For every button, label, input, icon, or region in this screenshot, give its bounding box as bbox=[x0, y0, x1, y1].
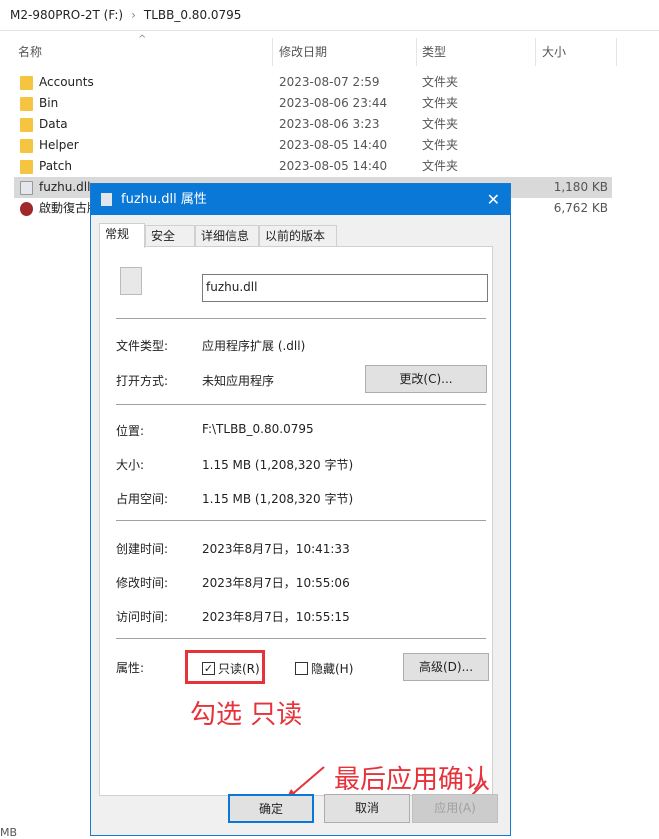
file-row[interactable]: Data 2023-08-06 3:23 文件夹 bbox=[14, 114, 612, 135]
folder-icon bbox=[20, 139, 33, 153]
file-date: 2023-08-05 14:40 bbox=[279, 159, 388, 173]
column-separator[interactable] bbox=[416, 38, 417, 66]
file-type: 文件夹 bbox=[422, 159, 459, 173]
annotation-arrows bbox=[285, 766, 487, 811]
file-name: Data bbox=[39, 117, 68, 131]
column-separator[interactable] bbox=[272, 38, 273, 66]
column-header-date[interactable]: 修改日期 bbox=[279, 38, 327, 66]
file-size: 1,180 KB bbox=[553, 180, 608, 194]
folder-icon bbox=[20, 97, 33, 111]
file-row[interactable]: Patch 2023-08-05 14:40 文件夹 bbox=[14, 156, 612, 177]
file-date: 2023-08-06 3:23 bbox=[279, 117, 380, 131]
file-name: Patch bbox=[39, 159, 72, 173]
file-row[interactable]: Accounts 2023-08-07 2:59 文件夹 bbox=[14, 72, 612, 93]
file-name: Accounts bbox=[39, 75, 94, 89]
tab-general[interactable]: 常规 bbox=[99, 223, 145, 248]
chevron-right-icon: › bbox=[131, 8, 136, 22]
file-type: 文件夹 bbox=[422, 75, 459, 89]
cancel-button[interactable]: 取消 bbox=[324, 794, 410, 823]
file-row[interactable]: Bin 2023-08-06 23:44 文件夹 bbox=[14, 93, 612, 114]
file-name: Helper bbox=[39, 138, 79, 152]
file-name: Bin bbox=[39, 96, 59, 110]
file-name: fuzhu.dll bbox=[39, 180, 91, 194]
divider bbox=[0, 30, 659, 31]
folder-icon bbox=[20, 118, 33, 132]
file-date: 2023-08-07 2:59 bbox=[279, 75, 380, 89]
file-size: 6,762 KB bbox=[553, 201, 608, 215]
file-type: 文件夹 bbox=[422, 96, 459, 110]
file-row[interactable]: Helper 2023-08-05 14:40 文件夹 bbox=[14, 135, 612, 156]
status-size: MB bbox=[0, 826, 18, 839]
column-separator[interactable] bbox=[535, 38, 536, 66]
folder-icon bbox=[20, 160, 33, 174]
dll-file-icon bbox=[20, 181, 33, 195]
file-type: 文件夹 bbox=[422, 117, 459, 131]
breadcrumb-folder[interactable]: TLBB_0.80.0795 bbox=[144, 8, 242, 22]
sort-ascending-icon: ^ bbox=[138, 34, 147, 45]
file-type: 文件夹 bbox=[422, 138, 459, 152]
breadcrumb-drive[interactable]: M2-980PRO-2T (F:) bbox=[10, 8, 123, 22]
ok-button[interactable]: 确定 bbox=[228, 794, 314, 823]
arrow-to-ok bbox=[288, 766, 325, 798]
apply-button[interactable]: 应用(A) bbox=[412, 794, 498, 823]
file-date: 2023-08-05 14:40 bbox=[279, 138, 388, 152]
file-date: 2023-08-06 23:44 bbox=[279, 96, 388, 110]
column-separator[interactable] bbox=[616, 38, 617, 66]
column-header-size[interactable]: 大小 bbox=[542, 38, 566, 66]
column-header-type[interactable]: 类型 bbox=[422, 38, 446, 66]
column-header-name[interactable]: 名称 bbox=[18, 38, 42, 66]
app-icon bbox=[20, 202, 33, 216]
properties-dialog: fuzhu.dll 属性 ✕ 常规 安全 详细信息 以前的版本 fuzhu.dl… bbox=[90, 183, 511, 836]
breadcrumb: M2-980PRO-2T (F:) › TLBB_0.80.0795 bbox=[10, 8, 249, 22]
folder-icon bbox=[20, 76, 33, 90]
